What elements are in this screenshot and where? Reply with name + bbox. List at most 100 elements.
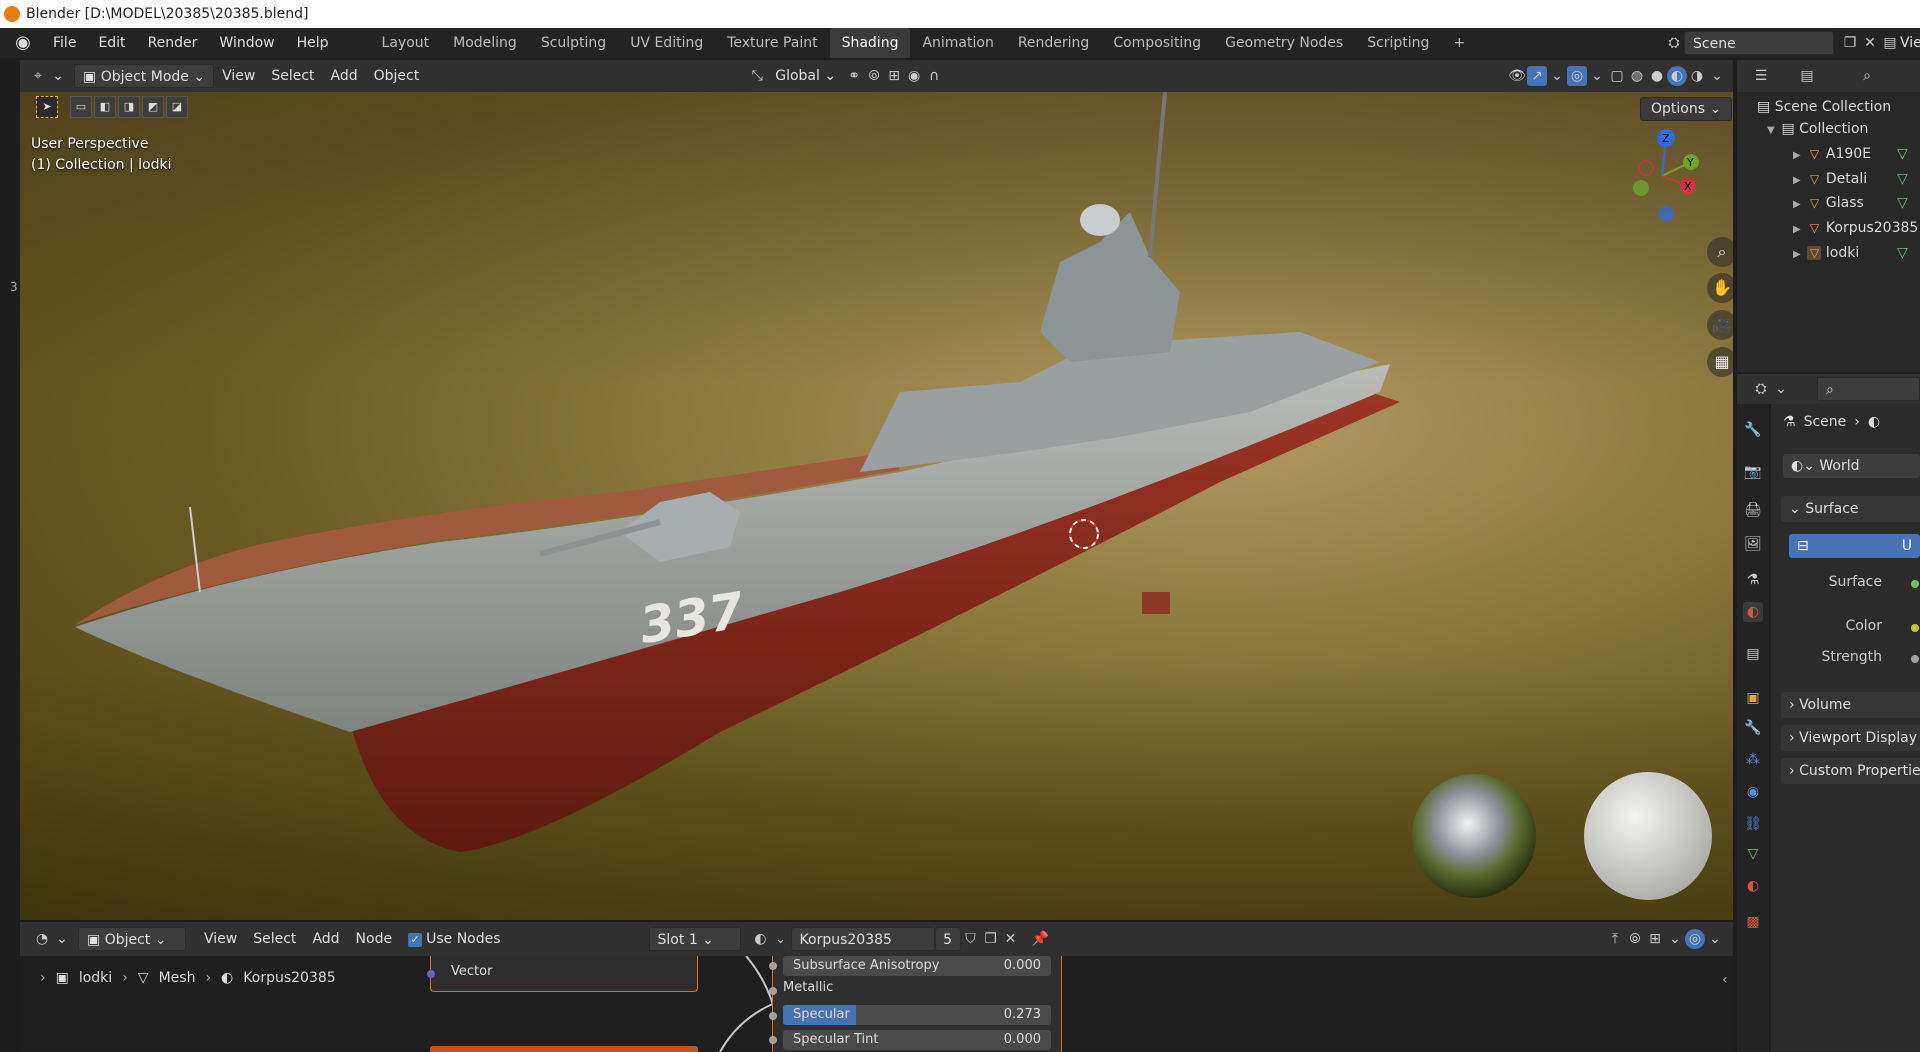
- expand-icon[interactable]: ›: [40, 970, 46, 986]
- collapse-triangle-icon[interactable]: ▼: [1767, 120, 1777, 142]
- node-menu-select[interactable]: Select: [245, 927, 304, 951]
- tab-modeling[interactable]: Modeling: [441, 28, 529, 58]
- world-selector[interactable]: ◐⌄ World: [1783, 454, 1920, 478]
- node-editor-type-dropdown-icon[interactable]: ⌄: [52, 929, 72, 949]
- menu-file[interactable]: File: [42, 28, 87, 58]
- tab-compositing[interactable]: Compositing: [1101, 28, 1213, 58]
- editor-type-icon[interactable]: ⌖: [28, 66, 48, 86]
- menu-view[interactable]: View: [214, 64, 263, 88]
- surface-socket-icon[interactable]: [1911, 580, 1919, 588]
- outliner-object-detali[interactable]: ▶ ▽ Detali ▽: [1737, 168, 1920, 190]
- socket-icon[interactable]: [769, 987, 777, 995]
- viewport-display-panel-header[interactable]: › Viewport Display: [1781, 725, 1920, 751]
- gizmo-toggle-icon[interactable]: ↗: [1527, 66, 1547, 86]
- wireframe-shading-icon[interactable]: ◍: [1627, 66, 1647, 86]
- view-layer-icon[interactable]: ▤: [1880, 33, 1900, 53]
- select-tool-icon[interactable]: ➤: [36, 96, 58, 118]
- navigation-gizmo[interactable]: Z Y X: [1617, 128, 1707, 228]
- tab-rendering[interactable]: Rendering: [1006, 28, 1102, 58]
- duplicate-material-icon[interactable]: ❐: [981, 929, 1001, 949]
- use-nodes-button[interactable]: ⊟ U: [1789, 534, 1920, 558]
- menu-select[interactable]: Select: [263, 64, 322, 88]
- outliner-object-lodki[interactable]: ▶ ▽ lodki ▽: [1737, 242, 1920, 264]
- node-snap-dropdown-icon[interactable]: ⌄: [1665, 929, 1685, 949]
- mesh-data-icon[interactable]: ▽: [1897, 192, 1908, 214]
- tab-texture-paint[interactable]: Texture Paint: [715, 28, 829, 58]
- mesh-data-icon[interactable]: ▽: [1897, 168, 1908, 190]
- tab-sculpting[interactable]: Sculpting: [529, 28, 618, 58]
- gizmo-dropdown-icon[interactable]: ⌄: [1547, 66, 1567, 86]
- node-editor-type-icon[interactable]: ◔: [32, 929, 52, 949]
- grid-icon[interactable]: ▦: [1707, 347, 1733, 377]
- visibility-icon[interactable]: 👁: [1507, 66, 1527, 86]
- expand-triangle-icon[interactable]: ▶: [1793, 244, 1803, 266]
- node-menu-node[interactable]: Node: [348, 927, 401, 951]
- pin-icon[interactable]: 📌: [1031, 929, 1051, 949]
- node-snap-icon[interactable]: ⦾: [1625, 929, 1645, 949]
- select-box-subtract-icon[interactable]: ◨: [118, 96, 140, 118]
- volume-panel-header[interactable]: › Volume: [1781, 692, 1920, 718]
- material-tab-icon[interactable]: ◐: [1743, 876, 1763, 896]
- sidebar-toggle-icon[interactable]: ‹: [1722, 972, 1728, 988]
- menu-add[interactable]: Add: [323, 64, 366, 88]
- pivot-icon[interactable]: ⚭: [844, 66, 864, 86]
- menu-object[interactable]: Object: [366, 64, 428, 88]
- specular-tint-field[interactable]: Specular Tint 0.000: [783, 1030, 1051, 1050]
- camera-icon[interactable]: 🎥: [1707, 310, 1733, 340]
- tab-layout[interactable]: Layout: [370, 28, 442, 58]
- outliner-object-a190e[interactable]: ▶ ▽ A190E ▽: [1737, 143, 1920, 165]
- tab-geometry-nodes[interactable]: Geometry Nodes: [1213, 28, 1355, 58]
- node-overlay-icon[interactable]: ◎: [1685, 929, 1705, 949]
- node-overlay-dropdown-icon[interactable]: ⌄: [1705, 929, 1725, 949]
- select-box-intersect-icon[interactable]: ◪: [166, 96, 188, 118]
- material-user-count[interactable]: 5: [934, 927, 961, 951]
- xray-icon[interactable]: ▢: [1607, 66, 1627, 86]
- use-nodes-checkbox[interactable]: ✓ Use Nodes: [400, 927, 508, 951]
- properties-editor-type-icon[interactable]: ⛭: [1751, 379, 1771, 399]
- outliner-editor-type-icon[interactable]: ☰: [1751, 66, 1771, 86]
- menu-help[interactable]: Help: [286, 28, 340, 58]
- outliner-object-korpus20385[interactable]: ▶ ▽ Korpus20385: [1737, 217, 1920, 239]
- tab-shading[interactable]: Shading: [829, 28, 911, 58]
- outliner-object-glass[interactable]: ▶ ▽ Glass ▽: [1737, 192, 1920, 214]
- material-shading-icon[interactable]: ◐: [1667, 66, 1687, 86]
- blender-menu-icon[interactable]: ◉: [12, 32, 34, 54]
- overlay-dropdown-icon[interactable]: ⌄: [1587, 66, 1607, 86]
- display-mode-icon[interactable]: ▤: [1797, 66, 1817, 86]
- expand-triangle-icon[interactable]: ▶: [1793, 170, 1803, 192]
- properties-search-field[interactable]: ⌕: [1817, 377, 1920, 401]
- modifier-tab-icon[interactable]: 🔧: [1743, 718, 1763, 738]
- render-tab-icon[interactable]: 📷: [1743, 462, 1763, 482]
- output-tab-icon[interactable]: 🖨: [1743, 500, 1763, 520]
- tool-tab-icon[interactable]: 🔧: [1743, 420, 1763, 440]
- solid-shading-icon[interactable]: ●: [1647, 66, 1667, 86]
- snap-target-icon[interactable]: ⊞: [884, 66, 904, 86]
- shading-dropdown-icon[interactable]: ⌄: [1707, 66, 1727, 86]
- hand-pan-icon[interactable]: ✋: [1707, 273, 1733, 303]
- rendered-shading-icon[interactable]: ◑: [1687, 66, 1707, 86]
- properties-editor-dropdown-icon[interactable]: ⌄: [1771, 379, 1791, 399]
- texture-tab-icon[interactable]: ▩: [1743, 912, 1763, 932]
- principled-bsdf-node[interactable]: Subsurface Anisotropy 0.000 Metallic Spec…: [769, 956, 1062, 1052]
- parent-node-tree-icon[interactable]: ⤒: [1605, 929, 1625, 949]
- data-tab-icon[interactable]: ▽: [1743, 844, 1763, 864]
- options-dropdown[interactable]: Options ⌄: [1640, 97, 1733, 121]
- select-box-extend-icon[interactable]: ◧: [94, 96, 116, 118]
- object-tab-icon[interactable]: ▣: [1743, 688, 1763, 708]
- surface-panel-header[interactable]: ⌄ Surface: [1781, 496, 1920, 522]
- collection-tab-icon[interactable]: ▤: [1743, 644, 1763, 664]
- add-workspace-button[interactable]: +: [1441, 28, 1477, 58]
- particles-tab-icon[interactable]: ⁂: [1743, 750, 1763, 770]
- copy-scene-icon[interactable]: ❐: [1840, 33, 1860, 53]
- material-sphere-icon[interactable]: ◐: [751, 929, 771, 949]
- object-mode-dropdown[interactable]: ▣ Object Mode ⌄: [74, 64, 215, 88]
- outliner-collection[interactable]: ▼ ▤ Collection: [1737, 118, 1920, 140]
- socket-icon[interactable]: [769, 1012, 777, 1020]
- unlink-material-icon[interactable]: ✕: [1001, 929, 1021, 949]
- specular-slider[interactable]: Specular 0.273: [783, 1005, 1051, 1025]
- node-menu-view[interactable]: View: [196, 927, 245, 951]
- slot-dropdown[interactable]: Slot 1 ⌄: [648, 927, 741, 951]
- outliner-search-icon[interactable]: ⌕: [1857, 66, 1877, 86]
- scene-tab-icon[interactable]: ⚗: [1743, 570, 1763, 590]
- node-menu-add[interactable]: Add: [304, 927, 347, 951]
